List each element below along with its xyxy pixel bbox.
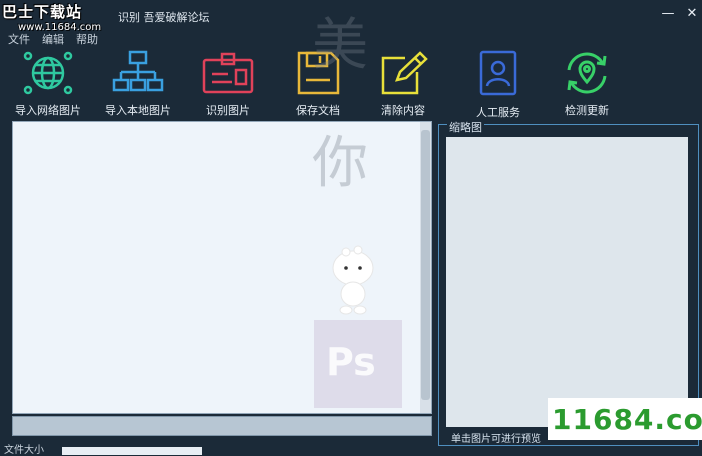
menu-help[interactable]: 帮助 (76, 31, 98, 46)
toolbar-label: 清除内容 (381, 104, 425, 117)
menu-edit[interactable]: 编辑 (42, 31, 64, 46)
site-watermark-badge: 11684.com (548, 398, 702, 440)
manual-service-button[interactable]: 人工服务 (453, 50, 543, 120)
import-local-image-button[interactable]: 导入本地图片 (93, 50, 183, 120)
mascot-image (332, 245, 374, 315)
watermark-logo: 巴士下载站 (2, 3, 83, 21)
ps-logo-text: Ps (326, 340, 376, 384)
main-scroll-thumb[interactable] (421, 130, 430, 400)
thumbnail-hint: 单击图片可进行预览 (451, 434, 541, 445)
toolbar-label: 识别图片 (206, 104, 250, 117)
check-update-button[interactable]: 检测更新 (542, 50, 632, 120)
globe-network-icon (23, 51, 73, 95)
file-size-field (62, 447, 202, 455)
refresh-location-icon (567, 52, 607, 94)
toolbar-label: 导入本地图片 (105, 104, 171, 117)
toolbar-label: 保存文档 (296, 104, 340, 117)
clear-content-button[interactable]: 清除内容 (358, 50, 448, 120)
person-card-icon (479, 50, 517, 96)
toolbar-label: 检测更新 (565, 104, 609, 117)
overlay-char: 美 (312, 13, 368, 78)
toolbar-label: 人工服务 (476, 106, 520, 119)
result-text-bar[interactable] (12, 416, 432, 436)
close-button[interactable]: ✕ (684, 6, 700, 22)
recognize-image-button[interactable]: 识别图片 (183, 50, 273, 120)
menu-bar: 文件 编辑 帮助 (8, 31, 98, 46)
window-title: 识别 吾爱破解论坛 (118, 11, 210, 24)
thumbnail-legend: 缩略图 (447, 119, 484, 135)
thumbnail-area[interactable] (446, 137, 688, 427)
minimize-button[interactable]: — (660, 6, 676, 22)
local-network-icon (112, 50, 164, 92)
overlay-char: 你 (312, 131, 368, 196)
toolbar-label: 导入网络图片 (15, 104, 81, 117)
id-card-icon (202, 52, 254, 94)
site-watermark-text: 11684.com (552, 402, 702, 436)
menu-file[interactable]: 文件 (8, 31, 30, 46)
import-web-image-button[interactable]: 导入网络图片 (3, 50, 93, 120)
edit-clear-icon (381, 51, 428, 95)
file-size-label: 文件大小 (4, 445, 44, 456)
